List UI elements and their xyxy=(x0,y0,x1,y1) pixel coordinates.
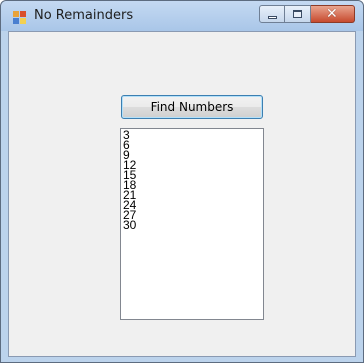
window-title: No Remainders xyxy=(34,8,134,23)
list-item[interactable]: 12 xyxy=(123,159,261,171)
list-item[interactable]: 6 xyxy=(123,139,261,151)
list-item[interactable]: 3 xyxy=(123,129,261,141)
close-button[interactable]: ✕ xyxy=(311,5,355,23)
app-window: No Remainders ✕ Find Numbers 3 6 9 12 15 18 21… xyxy=(0,0,364,363)
maximize-button[interactable] xyxy=(285,5,311,23)
list-item[interactable]: 15 xyxy=(123,169,261,181)
minimize-button[interactable] xyxy=(259,5,285,23)
minimize-icon xyxy=(268,16,277,19)
title-bar[interactable]: No Remainders ✕ xyxy=(1,1,363,31)
find-numbers-button[interactable]: Find Numbers xyxy=(121,95,263,119)
maximize-icon xyxy=(293,10,302,18)
list-item[interactable]: 18 xyxy=(123,179,261,191)
form-client-area: Find Numbers 3 6 9 12 15 18 21 24 27 30 xyxy=(8,31,356,357)
results-listbox[interactable]: 3 6 9 12 15 18 21 24 27 30 xyxy=(120,128,264,320)
list-item[interactable]: 21 xyxy=(123,189,261,201)
close-icon: ✕ xyxy=(326,6,338,22)
list-item[interactable]: 9 xyxy=(123,149,261,161)
caption-buttons: ✕ xyxy=(259,5,355,25)
list-item[interactable]: 27 xyxy=(123,209,261,221)
list-item[interactable]: 30 xyxy=(123,219,261,231)
app-icon xyxy=(13,11,26,24)
list-item[interactable]: 24 xyxy=(123,199,261,211)
